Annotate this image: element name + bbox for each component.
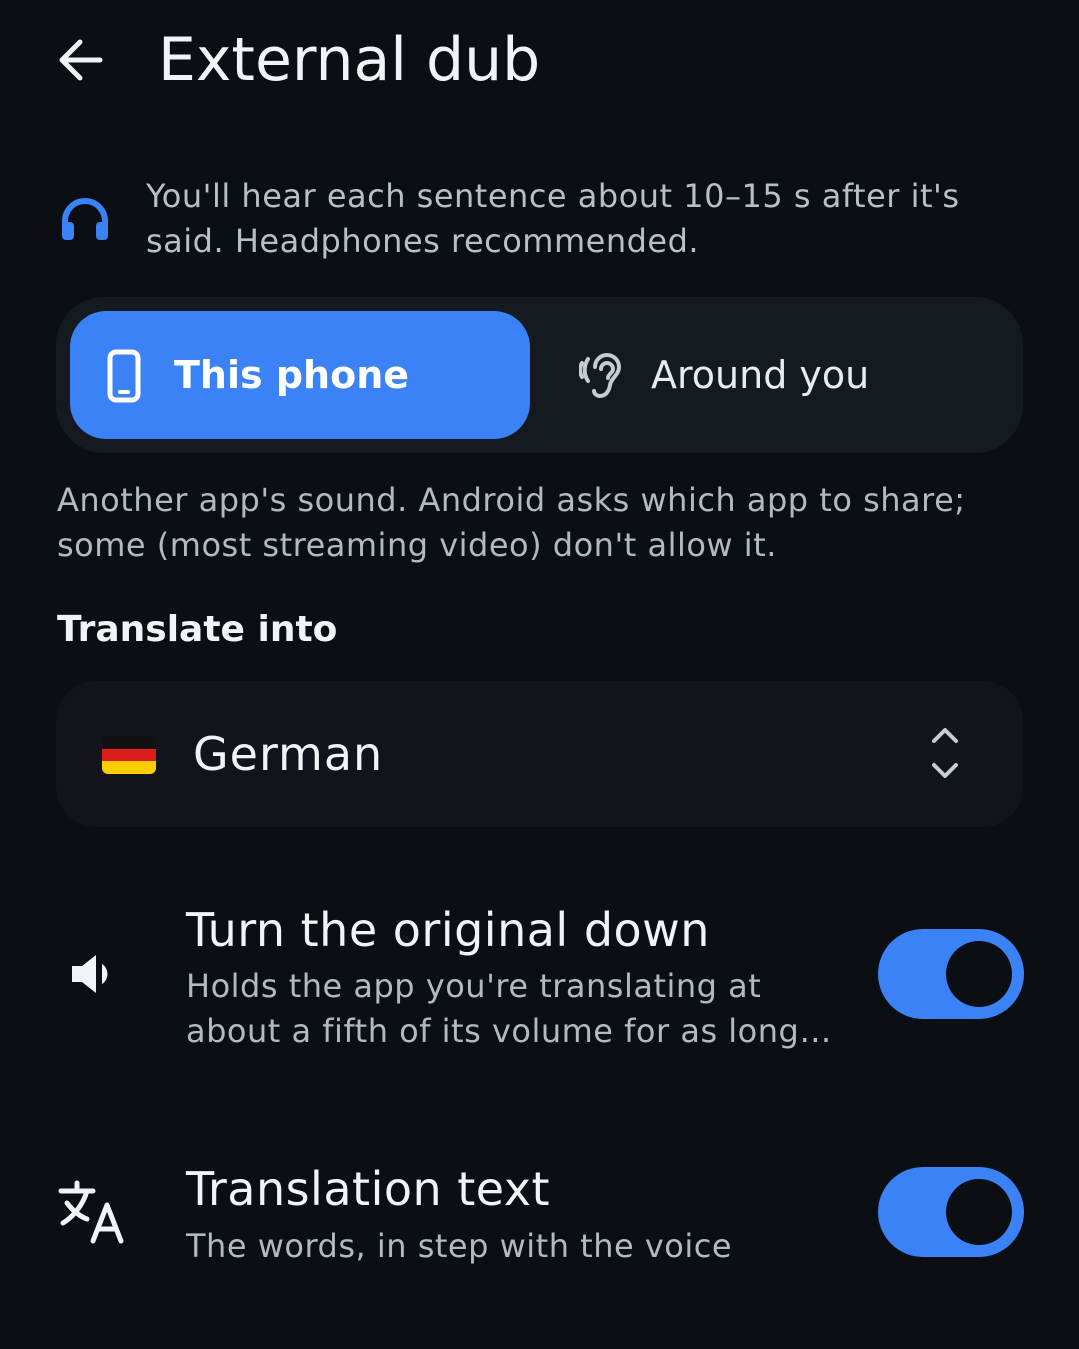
segment-around-you[interactable]: Around you bbox=[545, 311, 1009, 439]
back-button[interactable] bbox=[44, 24, 116, 96]
language-selector[interactable]: German bbox=[56, 681, 1023, 827]
german-flag-icon bbox=[102, 736, 156, 774]
setting-subtitle-duck-original: Holds the app you're translating at abou… bbox=[186, 967, 832, 1050]
setting-title-translation-text: Translation text bbox=[186, 1162, 551, 1216]
selected-language: German bbox=[193, 727, 384, 781]
translate-icon bbox=[56, 1176, 128, 1248]
setting-title-duck-original: Turn the original down bbox=[186, 903, 710, 957]
segment-this-phone[interactable]: This phone bbox=[70, 311, 530, 439]
arrow-left-icon bbox=[59, 39, 103, 81]
toggle-knob bbox=[946, 941, 1012, 1007]
phone-icon bbox=[107, 349, 141, 403]
unfold-icon bbox=[932, 728, 958, 778]
page-title: External dub bbox=[158, 25, 541, 95]
ear-icon bbox=[579, 353, 622, 399]
toggle-knob bbox=[946, 1179, 1012, 1245]
translate-into-label: Translate into bbox=[57, 609, 338, 650]
translation-text-toggle[interactable] bbox=[878, 1167, 1024, 1257]
setting-subtitle-translation-text: The words, in step with the voice bbox=[186, 1227, 733, 1265]
segment-label: This phone bbox=[174, 353, 410, 397]
duck-original-toggle[interactable] bbox=[878, 929, 1024, 1019]
source-description: Another app's sound. Android asks which … bbox=[57, 481, 966, 564]
volume-down-icon bbox=[56, 938, 128, 1010]
latency-info-text: You'll hear each sentence about 10–15 s … bbox=[146, 177, 960, 260]
headphones-icon bbox=[62, 198, 108, 240]
segment-label: Around you bbox=[651, 353, 870, 397]
